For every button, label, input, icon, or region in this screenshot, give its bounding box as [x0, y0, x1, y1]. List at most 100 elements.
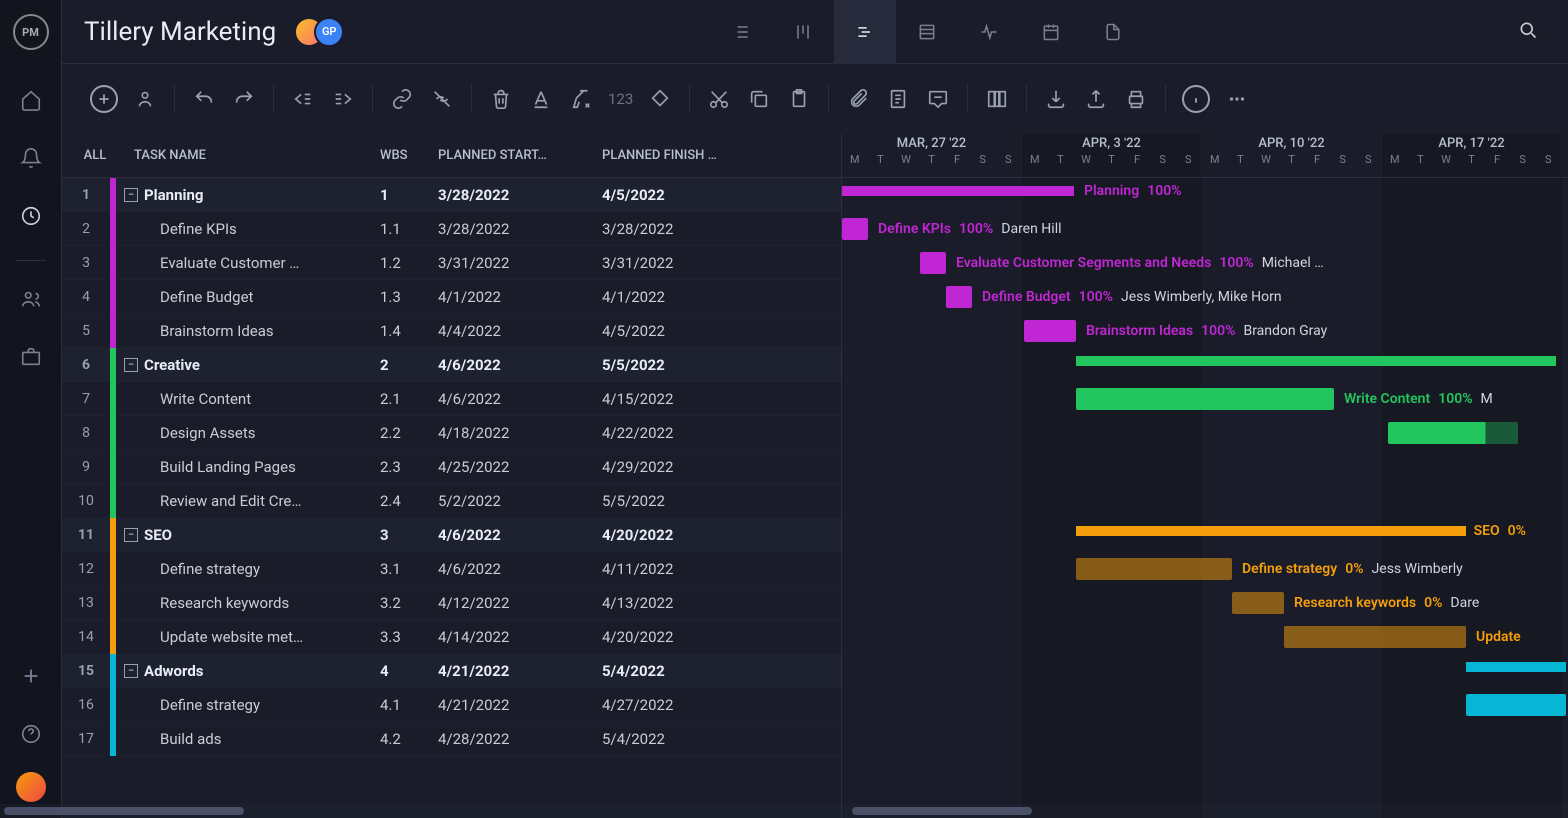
add-task-icon[interactable] — [90, 85, 118, 113]
col-wbs[interactable]: WBS — [380, 148, 438, 163]
task-bar[interactable]: Define KPIs 100% Daren Hill — [842, 218, 868, 240]
col-finish[interactable]: PLANNED FINISH … — [602, 148, 772, 163]
table-row[interactable]: 9Build Landing Pages2.34/25/20224/29/202… — [62, 450, 841, 484]
table-row[interactable]: 11−SEO34/6/20224/20/2022 — [62, 518, 841, 552]
import-icon[interactable] — [1043, 86, 1069, 112]
grid-scrollbar[interactable] — [62, 804, 842, 818]
app-logo[interactable]: PM — [13, 14, 49, 50]
task-bar[interactable]: Define Budget 100% Jess Wimberly, Mike H… — [946, 286, 972, 308]
table-row[interactable]: 10Review and Edit Cre…2.45/2/20225/5/202… — [62, 484, 841, 518]
activity-view-icon[interactable] — [958, 0, 1020, 64]
task-bar[interactable]: Evaluate Customer Segments and Needs 100… — [920, 252, 946, 274]
task-bar[interactable] — [1466, 694, 1566, 716]
board-view-icon[interactable] — [772, 0, 834, 64]
task-bar[interactable] — [1388, 422, 1518, 444]
collapse-icon[interactable]: − — [124, 528, 138, 542]
table-row[interactable]: 4Define Budget1.34/1/20224/1/2022 — [62, 280, 841, 314]
summary-bar[interactable] — [1076, 356, 1556, 366]
avatar-group[interactable]: GP — [294, 17, 344, 47]
table-row[interactable]: 2Define KPIs1.13/28/20223/28/2022 — [62, 212, 841, 246]
clock-icon[interactable] — [11, 196, 51, 236]
text-style-icon[interactable] — [528, 86, 554, 112]
assign-icon[interactable] — [132, 86, 158, 112]
link-icon[interactable] — [389, 86, 415, 112]
gantt-scrollbar[interactable] — [842, 804, 1568, 818]
clear-format-icon[interactable] — [568, 86, 594, 112]
gantt-row[interactable]: Define strategy 0% Jess Wimberly — [842, 552, 1568, 586]
outdent-icon[interactable] — [290, 86, 316, 112]
delete-icon[interactable] — [488, 86, 514, 112]
gantt-row[interactable] — [842, 722, 1568, 756]
summary-bar[interactable]: Planning 100% — [842, 186, 1074, 196]
user-avatar[interactable] — [16, 772, 46, 802]
notes-icon[interactable] — [885, 86, 911, 112]
gantt-row[interactable] — [842, 450, 1568, 484]
redo-icon[interactable] — [231, 86, 257, 112]
table-row[interactable]: 3Evaluate Customer …1.23/31/20223/31/202… — [62, 246, 841, 280]
sheet-view-icon[interactable] — [896, 0, 958, 64]
gantt-view-icon[interactable] — [834, 0, 896, 64]
table-row[interactable]: 6−Creative24/6/20225/5/2022 — [62, 348, 841, 382]
summary-bar[interactable]: SEO 0% — [1076, 526, 1466, 536]
search-icon[interactable] — [1510, 12, 1546, 52]
gantt-row[interactable]: Define Budget 100% Jess Wimberly, Mike H… — [842, 280, 1568, 314]
milestone-icon[interactable] — [647, 86, 673, 112]
toolbar-number[interactable]: 123 — [608, 90, 633, 108]
paste-icon[interactable] — [786, 86, 812, 112]
table-row[interactable]: 13Research keywords3.24/12/20224/13/2022 — [62, 586, 841, 620]
gantt-row[interactable] — [842, 484, 1568, 518]
indent-icon[interactable] — [330, 86, 356, 112]
cut-icon[interactable] — [706, 86, 732, 112]
task-bar[interactable]: Research keywords 0% Dare — [1232, 592, 1284, 614]
gantt-row[interactable]: SEO 0% — [842, 518, 1568, 552]
table-row[interactable]: 1−Planning13/28/20224/5/2022 — [62, 178, 841, 212]
copy-icon[interactable] — [746, 86, 772, 112]
table-row[interactable]: 8Design Assets2.24/18/20224/22/2022 — [62, 416, 841, 450]
gantt-row[interactable]: Evaluate Customer Segments and Needs 100… — [842, 246, 1568, 280]
gantt-row[interactable] — [842, 348, 1568, 382]
gantt-row[interactable]: Brainstorm Ideas 100% Brandon Gray — [842, 314, 1568, 348]
list-view-icon[interactable] — [710, 0, 772, 64]
people-icon[interactable] — [11, 279, 51, 319]
table-row[interactable]: 5Brainstorm Ideas1.44/4/20224/5/2022 — [62, 314, 841, 348]
col-name[interactable]: TASK NAME — [120, 148, 380, 163]
table-row[interactable]: 14Update website met…3.34/14/20224/20/20… — [62, 620, 841, 654]
gantt-row[interactable]: Research keywords 0% Dare — [842, 586, 1568, 620]
col-all[interactable]: ALL — [62, 148, 120, 163]
collapse-icon[interactable]: − — [124, 188, 138, 202]
task-bar[interactable]: Brainstorm Ideas 100% Brandon Gray — [1024, 320, 1076, 342]
gantt-row[interactable]: Update — [842, 620, 1568, 654]
more-icon[interactable] — [1224, 86, 1250, 112]
summary-bar[interactable] — [1466, 662, 1566, 672]
calendar-view-icon[interactable] — [1020, 0, 1082, 64]
gantt-chart[interactable]: MAR, 27 '22MTWTFSSAPR, 3 '22MTWTFSSAPR, … — [842, 134, 1568, 818]
comment-icon[interactable] — [925, 86, 951, 112]
undo-icon[interactable] — [191, 86, 217, 112]
collapse-icon[interactable]: − — [124, 664, 138, 678]
table-row[interactable]: 12Define strategy3.14/6/20224/11/2022 — [62, 552, 841, 586]
bell-icon[interactable] — [11, 138, 51, 178]
help-icon[interactable] — [11, 714, 51, 754]
task-bar[interactable]: Update — [1284, 626, 1466, 648]
export-icon[interactable] — [1083, 86, 1109, 112]
file-view-icon[interactable] — [1082, 0, 1144, 64]
gantt-row[interactable] — [842, 654, 1568, 688]
table-row[interactable]: 15−Adwords44/21/20225/4/2022 — [62, 654, 841, 688]
gantt-row[interactable]: Define KPIs 100% Daren Hill — [842, 212, 1568, 246]
attachment-icon[interactable] — [845, 86, 871, 112]
unlink-icon[interactable] — [429, 86, 455, 112]
task-bar[interactable]: Write Content 100% M — [1076, 388, 1334, 410]
gantt-row[interactable] — [842, 688, 1568, 722]
columns-icon[interactable] — [984, 86, 1010, 112]
plus-icon[interactable] — [11, 656, 51, 696]
table-row[interactable]: 17Build ads4.24/28/20225/4/2022 — [62, 722, 841, 756]
member-avatar[interactable]: GP — [314, 17, 344, 47]
collapse-icon[interactable]: − — [124, 358, 138, 372]
briefcase-icon[interactable] — [11, 337, 51, 377]
task-bar[interactable]: Define strategy 0% Jess Wimberly — [1076, 558, 1232, 580]
gantt-row[interactable]: Planning 100% — [842, 178, 1568, 212]
home-icon[interactable] — [11, 80, 51, 120]
info-icon[interactable] — [1182, 85, 1210, 113]
gantt-row[interactable]: Write Content 100% M — [842, 382, 1568, 416]
col-start[interactable]: PLANNED START… — [438, 148, 602, 163]
